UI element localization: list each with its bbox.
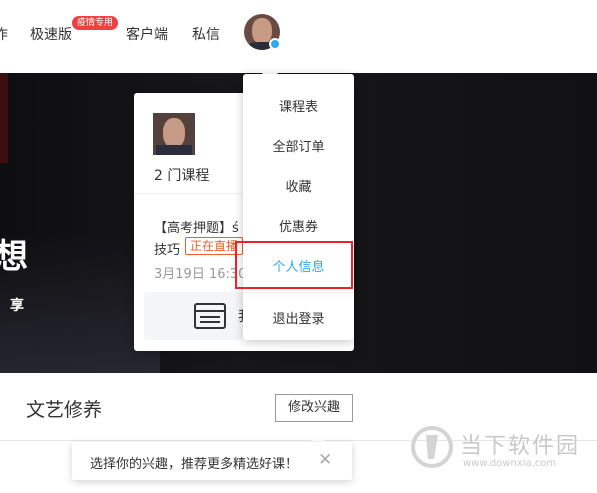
course-time: 3月19日 16:30: [154, 267, 247, 282]
top-nav: 作 极速版 疫情专用 客户端 私信: [0, 0, 597, 72]
tooltip-text: 选择你的兴趣，推荐更多精选好课！: [90, 457, 299, 472]
menu-item-logout[interactable]: 退出登录: [243, 308, 354, 327]
user-status-icon: [269, 38, 281, 50]
highlight-annotation: [235, 241, 353, 289]
watermark-url: www.downxia.com: [463, 458, 557, 469]
menu-item-coupons[interactable]: 优惠券: [243, 216, 354, 235]
hero-title: 想: [0, 237, 30, 277]
nav-messages[interactable]: 私信: [192, 24, 220, 44]
menu-divider: [243, 292, 354, 293]
nav-fast-version[interactable]: 极速版: [30, 24, 72, 44]
avatar-shirt: [156, 145, 192, 155]
menu-item-orders[interactable]: 全部订单: [243, 136, 354, 155]
hero-accent: [0, 73, 8, 163]
user-dropdown-menu: 课程表 全部订单 收藏 优惠券 个人信息 退出登录: [243, 74, 354, 340]
edit-interest-button[interactable]: 修改兴趣: [275, 394, 353, 422]
menu-arrow: [262, 66, 278, 74]
nav-client[interactable]: 客户端: [126, 24, 168, 44]
avatar-face: [163, 118, 185, 148]
section-title: 文艺修养: [26, 399, 103, 421]
nav-item-cut[interactable]: 作: [0, 24, 8, 44]
schedule-table-icon: [194, 303, 226, 329]
close-icon[interactable]: ✕: [318, 450, 332, 470]
hero-subtitle: 享: [10, 298, 24, 314]
watermark-name: 当下软件园: [460, 434, 581, 459]
epidemic-badge: 疫情专用: [72, 16, 119, 30]
menu-item-schedule[interactable]: 课程表: [243, 96, 354, 115]
course-subtitle: 技巧: [154, 243, 181, 258]
card-avatar[interactable]: [153, 113, 195, 155]
menu-item-favorites[interactable]: 收藏: [243, 176, 354, 195]
tip-arrow: [310, 434, 326, 442]
interest-tooltip: 选择你的兴趣，推荐更多精选好课！ ✕: [72, 442, 352, 480]
course-title[interactable]: 【高考押题】ś: [154, 217, 239, 236]
course-count[interactable]: 2 门课程: [154, 165, 209, 185]
watermark-logo-icon: [411, 426, 453, 468]
